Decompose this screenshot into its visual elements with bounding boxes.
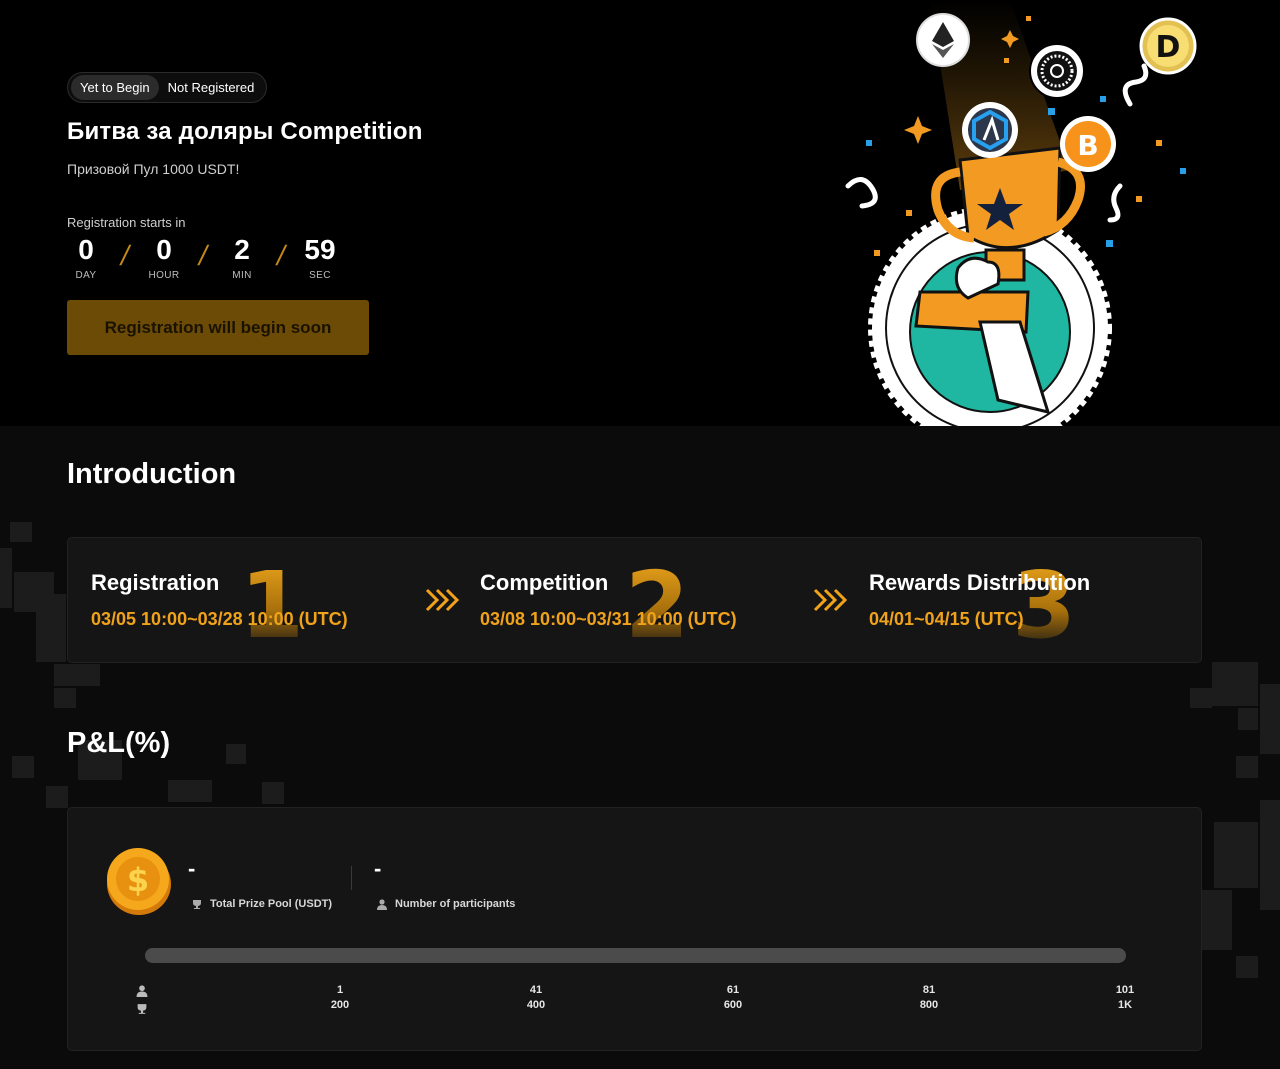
countdown-unit: SEC bbox=[309, 270, 331, 281]
countdown-value: 0 bbox=[78, 234, 94, 265]
tier-tick: 81 800 bbox=[899, 983, 959, 1013]
step-number: 2 bbox=[625, 552, 690, 659]
participants-value: - bbox=[374, 856, 382, 881]
dogecoin-icon: D bbox=[1139, 17, 1197, 75]
step-title: Competition bbox=[480, 570, 609, 595]
countdown-value: 59 bbox=[304, 234, 336, 265]
svg-text:B: B bbox=[1077, 129, 1098, 162]
tick-legend bbox=[136, 984, 148, 1020]
timeline-card: 1 Registration 03/05 10:00~03/28 10:00 (… bbox=[67, 537, 1202, 663]
stat-divider bbox=[351, 866, 352, 890]
countdown-value: 0 bbox=[156, 234, 172, 265]
tick-participants: 41 bbox=[529, 984, 543, 996]
step-date: 03/05 10:00~03/28 10:00 (UTC) bbox=[91, 609, 348, 629]
step-competition: 2 Competition 03/08 10:00~03/31 10:00 (U… bbox=[457, 538, 817, 664]
participants-progress-bar bbox=[145, 948, 1126, 963]
tick-participants: 61 bbox=[726, 984, 740, 996]
tick-prize: 600 bbox=[723, 999, 743, 1011]
tick-participants: 81 bbox=[922, 984, 936, 996]
tier-tick: 61 600 bbox=[703, 983, 763, 1013]
trophy-icon bbox=[137, 1004, 147, 1014]
countdown-unit: DAY bbox=[75, 270, 97, 281]
total-prize-pool-label: Total Prize Pool (USDT) bbox=[192, 898, 332, 910]
tick-prize: 200 bbox=[330, 999, 350, 1011]
prize-pool-card: $ - Total Prize Pool (USDT) - Number of … bbox=[67, 807, 1202, 1051]
participants-label: Number of participants bbox=[377, 898, 515, 910]
trophy-icon bbox=[193, 899, 201, 909]
step-number: 1 bbox=[240, 552, 305, 659]
status-tag-phase: Yet to Begin bbox=[71, 75, 159, 100]
nexo-icon bbox=[1029, 43, 1085, 99]
stat-label-text: Number of participants bbox=[395, 898, 516, 910]
user-icon bbox=[377, 898, 387, 910]
tick-participants: 1 bbox=[336, 984, 344, 996]
svg-text:$: $ bbox=[127, 861, 149, 899]
chevron-right-icon bbox=[813, 588, 848, 612]
introduction-title: Introduction bbox=[67, 458, 237, 490]
countdown-unit: HOUR bbox=[148, 270, 180, 281]
hero-banner: Yet to Begin Not Registered Битва за дол… bbox=[0, 0, 1280, 426]
bitcoin-icon: B bbox=[1060, 116, 1116, 172]
countdown-separator: / bbox=[195, 240, 211, 271]
step-date: 03/08 10:00~03/31 10:00 (UTC) bbox=[480, 609, 737, 629]
pnl-title: P&L(%) bbox=[67, 727, 171, 759]
competition-title: Битва за доляры Competition bbox=[67, 118, 423, 145]
countdown-hours: 0 HOUR bbox=[145, 234, 183, 281]
step-rewards-distribution: 3 Rewards Distribution 04/01~04/15 (UTC) bbox=[846, 538, 1202, 664]
step-title: Rewards Distribution bbox=[869, 570, 1091, 595]
prize-pool-subtitle: Призовой Пул 1000 USDT! bbox=[67, 161, 240, 177]
status-tag-registration: Not Registered bbox=[167, 80, 255, 95]
step-date: 04/01~04/15 (UTC) bbox=[869, 609, 1024, 629]
countdown-days: 0 DAY bbox=[67, 234, 105, 281]
countdown-separator: / bbox=[273, 240, 289, 271]
total-prize-pool-value: - bbox=[188, 856, 196, 881]
svg-text:D: D bbox=[1156, 30, 1181, 65]
countdown-minutes: 2 MIN bbox=[223, 234, 261, 281]
status-tags: Yet to Begin Not Registered bbox=[67, 72, 268, 103]
countdown-timer: 0 DAY / 0 HOUR / 2 MIN / 59 SEC bbox=[67, 234, 339, 281]
tick-prize: 800 bbox=[919, 999, 939, 1011]
tier-tick: 41 400 bbox=[506, 983, 566, 1013]
step-registration: 1 Registration 03/05 10:00~03/28 10:00 (… bbox=[68, 538, 428, 664]
chevron-right-icon bbox=[425, 588, 460, 612]
tick-prize: 1K bbox=[1117, 999, 1133, 1011]
register-button[interactable]: Registration will begin soon bbox=[67, 300, 369, 355]
user-icon bbox=[136, 985, 148, 997]
countdown-unit: MIN bbox=[232, 270, 252, 281]
countdown-separator: / bbox=[117, 240, 133, 271]
countdown-seconds: 59 SEC bbox=[301, 234, 339, 281]
countdown-value: 2 bbox=[234, 234, 250, 265]
tier-tick: 1 200 bbox=[310, 983, 370, 1013]
trophy-illustration: D B bbox=[845, 0, 1197, 426]
tick-participants: 101 bbox=[1115, 984, 1135, 996]
dollar-coin-icon: $ bbox=[107, 848, 171, 915]
ethereum-icon bbox=[916, 13, 970, 67]
step-title: Registration bbox=[91, 570, 220, 595]
tick-prize: 400 bbox=[526, 999, 546, 1011]
stat-label-text: Total Prize Pool (USDT) bbox=[210, 898, 333, 910]
tier-tick: 101 1K bbox=[1095, 983, 1155, 1013]
arbitrum-icon bbox=[962, 102, 1018, 158]
registration-countdown-label: Registration starts in bbox=[67, 215, 186, 230]
